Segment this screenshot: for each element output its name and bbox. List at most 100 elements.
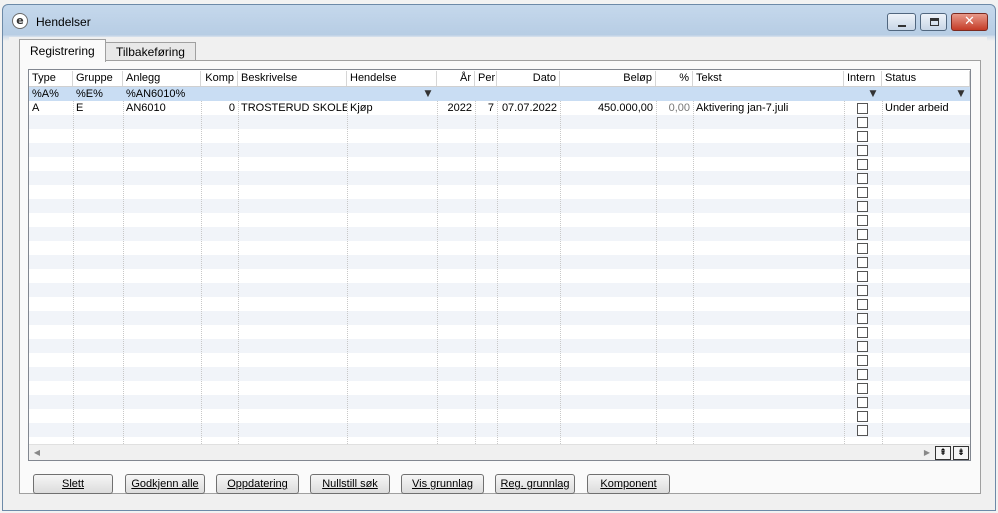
- intern-checkbox[interactable]: [857, 355, 868, 366]
- intern-checkbox[interactable]: [857, 145, 868, 156]
- column-separator: [475, 101, 476, 444]
- column-separator: [693, 101, 694, 444]
- table-row[interactable]: [29, 409, 970, 423]
- table-row[interactable]: [29, 423, 970, 437]
- table-row[interactable]: [29, 381, 970, 395]
- intern-checkbox[interactable]: [857, 201, 868, 212]
- intern-checkbox[interactable]: [857, 103, 868, 114]
- intern-checkbox[interactable]: [857, 187, 868, 198]
- intern-checkbox[interactable]: [857, 229, 868, 240]
- filter-anlegg-input[interactable]: %AN6010%: [123, 87, 201, 101]
- intern-checkbox[interactable]: [857, 271, 868, 282]
- hendelser-grid[interactable]: Type Gruppe Anlegg Komp Beskrivelse Hendelse Å…: [28, 69, 971, 461]
- oppdatering-button[interactable]: Oppdatering: [216, 474, 299, 494]
- intern-checkbox[interactable]: [857, 257, 868, 268]
- column-header-tekst[interactable]: Tekst: [693, 71, 844, 86]
- slett-button[interactable]: Slett: [33, 474, 113, 494]
- column-header-per[interactable]: Per: [475, 71, 497, 86]
- intern-checkbox[interactable]: [857, 117, 868, 128]
- scroll-top-button[interactable]: ⇞: [935, 446, 951, 460]
- column-separator: [882, 101, 883, 444]
- vis-grunnlag-button[interactable]: Vis grunnlag: [401, 474, 484, 494]
- scroll-left-icon[interactable]: ◀: [31, 447, 43, 459]
- table-row[interactable]: [29, 269, 970, 283]
- table-row[interactable]: A E AN6010 0 TROSTERUD SKOLE Kjøp 2022 7 07.07.2…: [29, 101, 970, 115]
- table-row[interactable]: [29, 227, 970, 241]
- komponent-button[interactable]: Komponent: [587, 474, 670, 494]
- intern-checkbox[interactable]: [857, 215, 868, 226]
- table-row[interactable]: [29, 325, 970, 339]
- minimize-button[interactable]: [887, 13, 916, 31]
- table-row[interactable]: [29, 353, 970, 367]
- filter-intern-chevron-down-icon[interactable]: ▼: [866, 88, 880, 100]
- cell-prosent: 0,00: [668, 102, 690, 114]
- intern-checkbox[interactable]: [857, 411, 868, 422]
- tab-tilbakeforing[interactable]: Tilbakeføring: [105, 42, 196, 61]
- nullstill-sok-button[interactable]: Nullstill søk: [310, 474, 390, 494]
- column-header-prosent[interactable]: %: [656, 71, 693, 86]
- table-row[interactable]: [29, 395, 970, 409]
- intern-checkbox[interactable]: [857, 425, 868, 436]
- intern-checkbox[interactable]: [857, 285, 868, 296]
- table-row[interactable]: [29, 185, 970, 199]
- close-icon: ✕: [964, 14, 975, 29]
- intern-checkbox[interactable]: [857, 313, 868, 324]
- table-row[interactable]: [29, 339, 970, 353]
- column-header-beskrivelse[interactable]: Beskrivelse: [238, 71, 347, 86]
- intern-checkbox[interactable]: [857, 159, 868, 170]
- intern-checkbox[interactable]: [857, 243, 868, 254]
- table-row[interactable]: [29, 283, 970, 297]
- close-button[interactable]: ✕: [951, 13, 988, 31]
- column-separator: [437, 101, 438, 444]
- column-header-intern[interactable]: Intern: [844, 71, 882, 86]
- filter-status-chevron-down-icon[interactable]: ▼: [954, 88, 968, 100]
- table-row[interactable]: [29, 171, 970, 185]
- table-row[interactable]: [29, 157, 970, 171]
- intern-checkbox[interactable]: [857, 341, 868, 352]
- table-row[interactable]: [29, 129, 970, 143]
- intern-checkbox[interactable]: [857, 397, 868, 408]
- grid-header: Type Gruppe Anlegg Komp Beskrivelse Hendelse Å…: [29, 70, 970, 87]
- minimize-icon: [898, 25, 906, 27]
- maximize-button[interactable]: [920, 13, 947, 31]
- column-header-dato[interactable]: Dato: [497, 71, 560, 86]
- scroll-bottom-button[interactable]: ⇟: [953, 446, 969, 460]
- table-row[interactable]: [29, 213, 970, 227]
- client-area: Registrering Tilbakeføring Type Gruppe Anl…: [9, 37, 987, 499]
- godkjenn-alle-button[interactable]: Godkjenn alle: [125, 474, 205, 494]
- column-header-gruppe[interactable]: Gruppe: [73, 71, 123, 86]
- table-row[interactable]: [29, 199, 970, 213]
- window-title: Hendelser: [36, 15, 91, 29]
- tab-registrering[interactable]: Registrering: [19, 39, 106, 62]
- table-row[interactable]: [29, 367, 970, 381]
- intern-checkbox[interactable]: [857, 299, 868, 310]
- title-bar[interactable]: e Hendelser ✕: [3, 5, 995, 37]
- filter-type-input[interactable]: %A%: [29, 87, 73, 101]
- table-row[interactable]: [29, 297, 970, 311]
- column-header-anlegg[interactable]: Anlegg: [123, 71, 201, 86]
- column-header-status[interactable]: Status: [882, 71, 970, 86]
- table-row[interactable]: [29, 115, 970, 129]
- horizontal-scrollbar[interactable]: ◀ ▶ ⇞ ⇟: [29, 444, 970, 460]
- intern-checkbox[interactable]: [857, 327, 868, 338]
- column-header-hendelse[interactable]: Hendelse: [347, 71, 437, 86]
- intern-checkbox[interactable]: [857, 383, 868, 394]
- column-header-aar[interactable]: År: [437, 71, 475, 86]
- scroll-right-icon[interactable]: ▶: [921, 447, 933, 459]
- table-row[interactable]: [29, 255, 970, 269]
- intern-checkbox[interactable]: [857, 131, 868, 142]
- column-header-type[interactable]: Type: [29, 71, 73, 86]
- cell-gruppe: E: [76, 102, 84, 114]
- table-row[interactable]: [29, 143, 970, 157]
- reg-grunnlag-button[interactable]: Reg. grunnlag: [495, 474, 575, 494]
- intern-checkbox[interactable]: [857, 173, 868, 184]
- table-row[interactable]: [29, 241, 970, 255]
- filter-row[interactable]: %A% %E% %AN6010% ▼ ▼ ▼: [29, 87, 970, 101]
- column-separator: [560, 101, 561, 444]
- table-row[interactable]: [29, 311, 970, 325]
- filter-hendelse-chevron-down-icon[interactable]: ▼: [421, 88, 435, 100]
- column-header-komp[interactable]: Komp: [201, 71, 238, 86]
- intern-checkbox[interactable]: [857, 369, 868, 380]
- column-header-belop[interactable]: Beløp: [560, 71, 656, 86]
- filter-gruppe-input[interactable]: %E%: [73, 87, 123, 101]
